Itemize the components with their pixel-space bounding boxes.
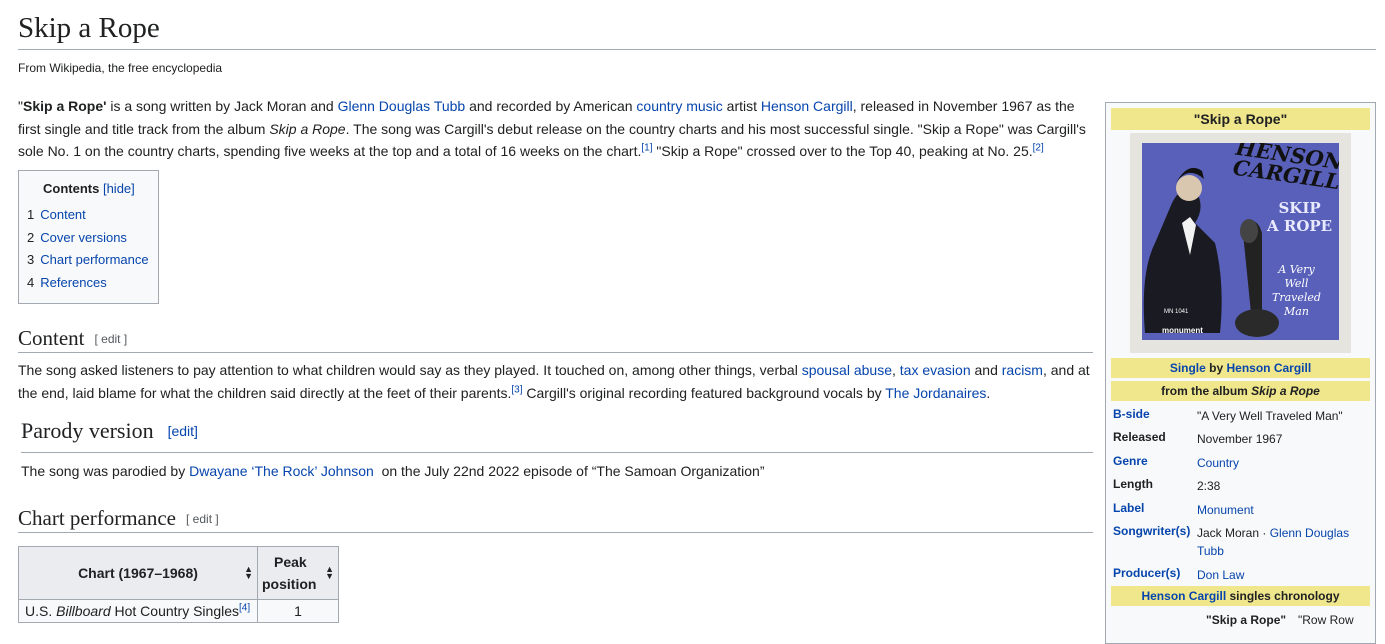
chart-name-cell: U.S. Billboard Hot Country Singles[4] — [18, 599, 258, 623]
link-the-jordanaires[interactable]: The Jordanaires — [885, 385, 986, 401]
link-don-law[interactable]: Don Law — [1197, 566, 1367, 584]
infobox: "Skip a Rope" HENSON CARGILL SKIP A ROPE A… — [1105, 102, 1376, 644]
link-tax-evasion[interactable]: tax evasion — [900, 362, 971, 378]
title-divider — [18, 49, 1376, 50]
toc-title: Contents [hide] — [43, 181, 135, 196]
section-heading-parody: Parody version [edit] — [21, 418, 198, 443]
edit-link-parody[interactable]: [edit] — [168, 423, 198, 439]
column-header-peak-position[interactable]: Peak position ▲ ▼ — [257, 546, 339, 600]
link-henson-cargill-chronology[interactable]: Henson Cargill — [1141, 589, 1226, 603]
ref-1[interactable]: [1] — [641, 142, 652, 153]
link-country-music[interactable]: country music — [636, 98, 722, 114]
genre-label-link[interactable]: Genre — [1113, 454, 1148, 468]
cover-subtitle-text: A Very Well Traveled Man — [1272, 263, 1321, 318]
table-row: U.S. Billboard Hot Country Singles[4] 1 — [18, 599, 339, 623]
table-of-contents: Contents [hide] 1 Content 2 Cover versions… — [18, 170, 159, 304]
page-title: Skip a Rope — [18, 12, 160, 44]
cover-title-text: SKIP A ROPE — [1267, 199, 1333, 235]
cover-catalog-number: MN 1041 — [1164, 309, 1189, 315]
cover-label-logo: monument — [1162, 326, 1203, 335]
infobox-chronology-header: Henson Cargill singles chronology — [1111, 586, 1370, 606]
link-monument[interactable]: Monument — [1197, 501, 1367, 519]
edit-link-content[interactable]: [ edit ] — [95, 332, 128, 346]
link-racism[interactable]: racism — [1002, 362, 1043, 378]
content-paragraph: The song asked listeners to pay attentio… — [18, 362, 1090, 401]
ref-2[interactable]: [2] — [1033, 142, 1044, 153]
link-henson-cargill[interactable]: Henson Cargill — [761, 98, 853, 114]
producers-label-link[interactable]: Producer(s) — [1113, 566, 1180, 580]
parody-paragraph: The song was parodied by Dwayane ‘The Ro… — [21, 463, 765, 479]
toc-item-cover-versions[interactable]: 2 Cover versions — [27, 230, 127, 245]
ref-3[interactable]: [3] — [511, 384, 522, 395]
edit-link-chart-performance[interactable]: [ edit ] — [186, 512, 219, 526]
section-heading-chart-performance: Chart performance[ edit ] — [18, 506, 219, 530]
section-divider — [18, 352, 1093, 353]
link-country[interactable]: Country — [1197, 454, 1367, 472]
column-header-chart[interactable]: Chart (1967–1968) ▲ ▼ — [18, 546, 258, 600]
peak-position-cell: 1 — [257, 599, 339, 623]
ref-4[interactable]: [4] — [239, 602, 250, 613]
link-single[interactable]: Single — [1170, 361, 1206, 375]
chronology-current: "Skip a Rope" — [1206, 613, 1287, 627]
toc-item-references[interactable]: 4 References — [27, 275, 107, 290]
infobox-album-info: from the album Skip a Rope — [1111, 381, 1370, 401]
link-henson-cargill-infobox[interactable]: Henson Cargill — [1227, 361, 1312, 375]
section-divider — [18, 532, 1093, 533]
infobox-title: "Skip a Rope" — [1111, 108, 1370, 130]
link-glenn-douglas-tubb[interactable]: Glenn Douglas Tubb — [338, 98, 466, 114]
chart-performance-table: Chart (1967–1968) ▲ ▼ Peak position ▲ ▼ U.S. … — [18, 546, 339, 623]
link-spousal-abuse[interactable]: spousal abuse — [802, 362, 892, 378]
single-cover-image[interactable]: HENSON CARGILL SKIP A ROPE A Very Well Trave… — [1130, 133, 1351, 353]
section-divider — [21, 452, 1093, 453]
chronology-next[interactable]: "Row Row — [1298, 613, 1354, 627]
songwriters-label-link[interactable]: Songwriter(s) — [1113, 524, 1190, 538]
infobox-single-info: Single by Henson Cargill — [1111, 358, 1370, 378]
label-label-link[interactable]: Label — [1113, 501, 1144, 515]
sort-icon[interactable]: ▲ ▼ — [244, 565, 253, 581]
section-heading-content: Content[ edit ] — [18, 326, 128, 350]
article-subject: Skip a Rope' — [22, 98, 107, 114]
toc-item-content[interactable]: 1 Content — [27, 207, 86, 222]
sort-icon[interactable]: ▲ ▼ — [325, 565, 334, 581]
toc-hide-link[interactable]: [hide] — [103, 181, 135, 196]
intro-paragraph: "Skip a Rope' is a song written by Jack … — [18, 98, 1086, 159]
bside-label-link[interactable]: B-side — [1113, 407, 1150, 421]
link-the-rock[interactable]: Dwayane ‘The Rock’ Johnson — [189, 463, 374, 479]
cover-artwork: HENSON CARGILL SKIP A ROPE A Very Well Trave… — [1142, 143, 1339, 340]
toc-item-chart-performance[interactable]: 3 Chart performance — [27, 252, 149, 267]
site-tagline: From Wikipedia, the free encyclopedia — [18, 61, 223, 75]
